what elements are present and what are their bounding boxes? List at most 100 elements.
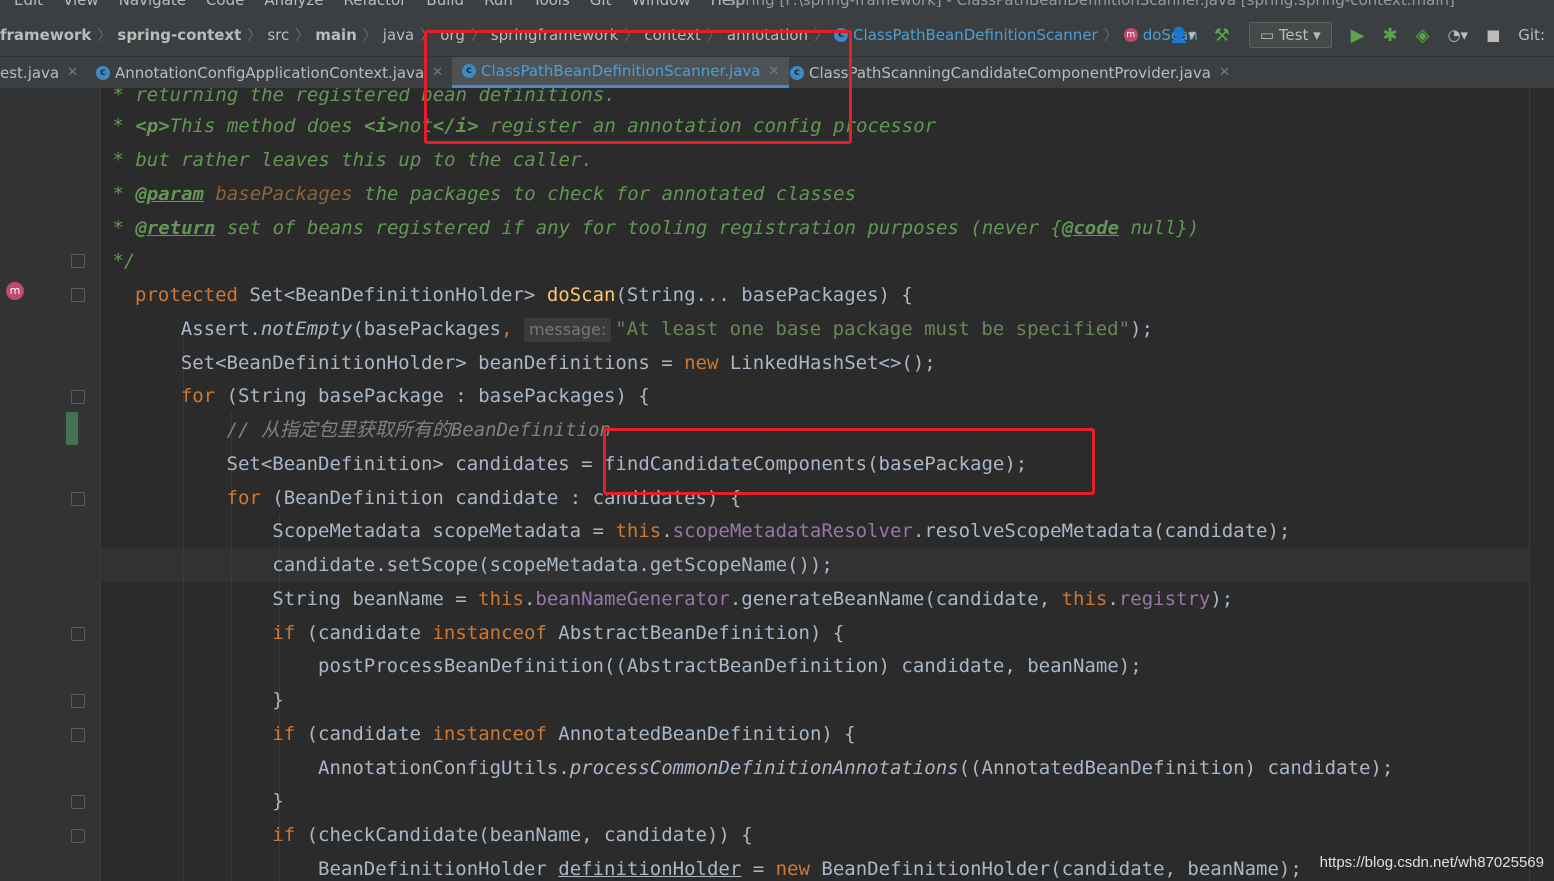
breadcrumb-class[interactable]: ClassPathBeanDefinitionScanner [853, 26, 1098, 44]
menu-item[interactable]: Build [426, 0, 464, 9]
fold-marker-icon[interactable] [71, 728, 85, 742]
fold-marker-icon[interactable] [71, 627, 85, 641]
code-token: , [501, 318, 524, 340]
fold-marker-icon[interactable] [71, 492, 85, 506]
code-token: this [615, 520, 662, 542]
code-token: this [478, 588, 524, 610]
code-line[interactable]: for (String basePackage : basePackages) … [135, 379, 650, 413]
code-line[interactable]: BeanDefinitionHolder definitionHolder = … [135, 852, 1302, 881]
menu-item[interactable]: Edit [14, 0, 43, 9]
code-token: set of beans registered if any for tooli… [215, 217, 1062, 239]
close-icon[interactable]: ✕ [67, 65, 78, 80]
code-token: . [661, 520, 673, 542]
parameter-hint: message: [523, 318, 612, 342]
code-line[interactable]: ScopeMetadata scopeMetadata = this.scope… [135, 514, 1290, 548]
code-token: for [180, 385, 216, 407]
menu-item[interactable]: Code [206, 0, 244, 9]
debug-icon[interactable]: ✱ [1383, 25, 1398, 46]
code-line[interactable]: Assert.notEmpty(basePackages, message: "A… [135, 312, 1153, 346]
fold-marker-icon[interactable] [71, 254, 85, 268]
stop-icon[interactable]: ■ [1486, 26, 1500, 44]
code-token: . [523, 588, 536, 610]
code-token: if [272, 622, 296, 644]
code-token: .resolveScopeMetadata(candidate); [912, 520, 1291, 542]
code-line[interactable]: } [135, 683, 283, 717]
code-token: ); [1210, 588, 1234, 610]
code-token: AbstractBeanDefinition) { [546, 622, 845, 644]
code-token: . [1107, 588, 1119, 610]
code-line[interactable]: AnnotationConfigUtils.processCommonDefin… [135, 751, 1393, 785]
code-token: * [101, 115, 136, 137]
menu-item[interactable]: Window [631, 0, 690, 9]
code-token: ((AnnotatedBeanDefinition) candidate); [958, 757, 1394, 779]
menu-items: Edit View Navigate Code Analyze Refactor Build… [14, 0, 765, 9]
code-line[interactable]: */ [101, 244, 135, 278]
code-token: * [101, 217, 136, 239]
code-token: Assert. [135, 318, 261, 340]
code-token: (String... basePackages) { [615, 284, 913, 306]
code-line[interactable]: String beanName = this.beanNameGenerator… [135, 582, 1233, 616]
menu-item[interactable]: Refactor [343, 0, 406, 9]
close-icon[interactable]: ✕ [1219, 65, 1230, 80]
code-token: BeanDefinitionHolder(candidate, beanName… [809, 858, 1302, 880]
menu-item[interactable]: Tools [533, 0, 570, 9]
method-override-icon[interactable]: m [6, 282, 24, 300]
menu-item[interactable]: View [63, 0, 99, 9]
code-token: (candidate [295, 723, 433, 745]
code-line[interactable]: if (checkCandidate(beanName, candidate))… [135, 818, 752, 852]
code-line[interactable]: * @param basePackages the packages to ch… [101, 177, 856, 211]
code-line[interactable]: // 从指定包里获取所有的BeanDefinition [135, 413, 611, 447]
breadcrumb-item[interactable]: framework [0, 26, 91, 44]
menu-item[interactable]: Analyze [264, 0, 323, 9]
git-label[interactable]: Git: [1518, 26, 1545, 44]
code-line[interactable]: if (candidate instanceof AbstractBeanDef… [135, 616, 844, 650]
chevron-right-icon: 〉 [362, 28, 377, 44]
code-token: the packages to check for annotated clas… [352, 183, 857, 205]
menu-item[interactable]: Git [590, 0, 612, 9]
code-token: <i> [364, 115, 399, 137]
run-icon[interactable]: ▶ [1351, 25, 1365, 46]
menu-item[interactable]: Run [484, 0, 513, 9]
user-icon[interactable]: 👤▾ [1170, 26, 1196, 44]
code-line[interactable]: * but rather leaves this up to the calle… [101, 143, 592, 177]
breadcrumb-item[interactable]: java [383, 26, 414, 44]
menu-bar: Edit View Navigate Code Analyze Refactor Build… [0, 0, 1554, 12]
code-line[interactable]: } [135, 784, 283, 818]
code-token: if [272, 824, 296, 846]
code-token: AnnotationConfigUtils. [135, 757, 570, 779]
menu-item[interactable]: Navigate [119, 0, 186, 9]
fold-marker-icon[interactable] [71, 288, 85, 302]
coverage-icon[interactable]: ◈ [1416, 25, 1430, 46]
tab-classpath-scanning-candidate-component-provider[interactable]: c ClassPathScanningCandidateComponentProv… [790, 57, 1230, 88]
fold-marker-icon[interactable] [71, 694, 85, 708]
fold-marker-icon[interactable] [71, 390, 85, 404]
code-line[interactable]: protected Set<BeanDefinitionHolder> doSc… [135, 278, 913, 312]
code-line[interactable]: * @return set of beans registered if any… [101, 211, 1199, 245]
code-line[interactable]: if (candidate instanceof AnnotatedBeanDe… [135, 717, 855, 751]
breadcrumb-item[interactable]: spring-context [117, 26, 241, 44]
fold-marker-icon[interactable] [71, 829, 85, 843]
code-token: basePackages [203, 183, 353, 205]
code-token: (String basePackage : basePackages) { [215, 385, 650, 407]
breadcrumb-item[interactable]: src [267, 26, 289, 44]
tab-annotation-config-application-context[interactable]: c AnnotationConfigApplicationContext.java… [96, 57, 443, 88]
code-token: registry [1118, 588, 1211, 610]
editor-gutter[interactable]: m [0, 88, 101, 881]
code-line[interactable]: Set<BeanDefinitionHolder> beanDefinition… [135, 346, 936, 380]
build-hammer-icon[interactable]: ⚒ [1214, 25, 1230, 46]
editor-scrollbar[interactable] [1529, 88, 1554, 881]
chevron-right-icon: 〉 [1103, 28, 1118, 44]
code-token: beanNameGenerator [535, 588, 730, 610]
breadcrumb-item[interactable]: main [315, 26, 357, 44]
tab-label: AnnotationConfigApplicationContext.java [115, 63, 425, 82]
tab-test[interactable]: est.java ✕ [0, 57, 85, 88]
code-token: protected [135, 284, 238, 306]
code-token: = [741, 858, 776, 880]
code-line[interactable]: postProcessBeanDefinition((AbstractBeanD… [135, 649, 1142, 683]
run-configuration-select[interactable]: ▭ Test ▾ [1248, 22, 1332, 48]
vcs-change-marker[interactable] [66, 412, 78, 445]
code-token: BeanDefinitionHolder [135, 858, 559, 880]
fold-marker-icon[interactable] [71, 795, 85, 809]
profile-icon[interactable]: ◔▾ [1447, 26, 1468, 44]
code-line[interactable]: candidate.setScope(scopeMetadata.getScop… [135, 548, 833, 582]
